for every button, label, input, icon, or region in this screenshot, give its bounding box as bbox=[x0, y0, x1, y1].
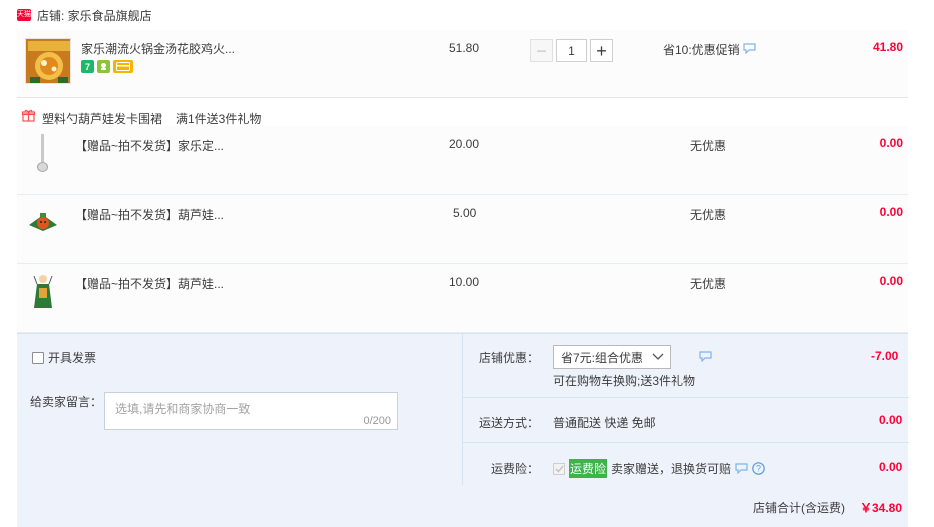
shop-discount-select[interactable]: 省7元:组合优惠 bbox=[553, 345, 671, 369]
message-placeholder: 选填,请先和商家协商一致 bbox=[115, 402, 251, 416]
seller-message-field[interactable]: 选填,请先和商家协商一致 0/200 bbox=[104, 392, 398, 430]
insurance-text: 卖家赠送，退换货可赔 bbox=[611, 462, 732, 476]
gift-image-spoon[interactable] bbox=[25, 132, 61, 174]
invoice-option[interactable]: 开具发票 bbox=[32, 349, 96, 366]
gift-promotion: 无优惠 bbox=[690, 208, 727, 222]
chevron-down-icon bbox=[652, 353, 664, 360]
gift-price: 20.00 bbox=[449, 137, 480, 151]
gift-item-row: 【赠品~拍不发货】葫芦娃... 10.00 无优惠 0.00 bbox=[17, 264, 908, 333]
promo-info-icon[interactable] bbox=[743, 43, 756, 54]
shop-total-label: 店铺合计(含运费) bbox=[753, 501, 845, 515]
gift-title-link[interactable]: 【赠品~拍不发货】葫芦娃... bbox=[75, 275, 224, 292]
shipping-method: 普通配送 快递 免邮 bbox=[553, 416, 656, 430]
message-label: 给卖家留言： bbox=[30, 395, 103, 409]
gift-name: 塑料勺葫芦娃发卡围裙 bbox=[42, 112, 163, 126]
shop-discount-amount: -7.00 bbox=[871, 349, 899, 363]
item-promotion: 省10:优惠促销 bbox=[663, 43, 740, 57]
insurance-option: 运费险 卖家赠送，退换货可赔 ? bbox=[553, 459, 765, 478]
gift-total: 0.00 bbox=[879, 274, 903, 288]
gift-total: 0.00 bbox=[879, 136, 903, 150]
item-total: 41.80 bbox=[872, 40, 903, 54]
insurance-info-icon[interactable] bbox=[735, 463, 748, 474]
quantity-stepper: − + bbox=[530, 39, 613, 62]
help-icon[interactable]: ? bbox=[752, 462, 765, 475]
shop-discount-value: 省7元:组合优惠 bbox=[561, 350, 644, 365]
invoice-label: 开具发票 bbox=[48, 351, 97, 365]
gift-title-link[interactable]: 【赠品~拍不发货】家乐定... bbox=[75, 137, 224, 154]
order-item-row: 家乐潮流火锅金汤花胶鸡火... 7 51.80 − + 省10:优惠促销 41.… bbox=[17, 30, 908, 98]
quantity-input[interactable] bbox=[556, 39, 587, 62]
shop-name-link[interactable]: 店铺: 家乐食品旗舰店 bbox=[37, 7, 152, 24]
gift-item-row: 【赠品~拍不发货】葫芦娃... 5.00 无优惠 0.00 bbox=[17, 195, 908, 264]
order-summary-column: 店铺优惠： 省7元:组合优惠 -7.00 可在购物车换购;送3件礼物 运送方式：… bbox=[462, 333, 909, 485]
shop-total-amount: ￥34.80 bbox=[860, 501, 903, 515]
gift-title-link[interactable]: 【赠品~拍不发货】葫芦娃... bbox=[75, 206, 224, 223]
tmall-badge: 天猫 bbox=[17, 9, 31, 21]
gift-price: 5.00 bbox=[453, 206, 477, 220]
invoice-checkbox[interactable] bbox=[32, 351, 44, 364]
shipping-amount: 0.00 bbox=[879, 413, 903, 427]
insurance-badge: 运费险 bbox=[569, 459, 608, 478]
insurance-label: 运费险： bbox=[491, 462, 540, 476]
shop-discount-label: 店铺优惠： bbox=[479, 351, 540, 365]
shop-discount-note: 可在购物车换购;送3件礼物 bbox=[553, 374, 696, 388]
gift-total: 0.00 bbox=[879, 205, 903, 219]
shop-header: 天猫 店铺: 家乐食品旗舰店 bbox=[17, 0, 152, 30]
credit-card-icon[interactable] bbox=[113, 60, 133, 73]
gift-image-hairclip[interactable] bbox=[25, 201, 61, 243]
svg-text:?: ? bbox=[756, 464, 761, 474]
service-badge-icon[interactable] bbox=[97, 60, 110, 73]
message-counter: 0/200 bbox=[363, 415, 391, 427]
unit-price: 51.80 bbox=[449, 41, 480, 55]
insurance-checkbox bbox=[553, 462, 565, 475]
gift-promotion: 无优惠 bbox=[690, 139, 727, 153]
shop-total-bar: 店铺合计(含运费) ￥34.80 bbox=[17, 485, 908, 527]
gift-promotion: 无优惠 bbox=[690, 277, 727, 291]
gift-rule: 满1件送3件礼物 bbox=[176, 112, 262, 126]
item-title-link[interactable]: 家乐潮流火锅金汤花胶鸡火... bbox=[81, 40, 235, 57]
gift-header: 塑料勺葫芦娃发卡围裙 满1件送3件礼物 bbox=[17, 99, 908, 129]
product-image[interactable] bbox=[25, 38, 71, 84]
gift-item-row: 【赠品~拍不发货】家乐定... 20.00 无优惠 0.00 bbox=[17, 126, 908, 195]
service-tags: 7 bbox=[81, 60, 133, 73]
insurance-amount: 0.00 bbox=[879, 460, 903, 474]
gift-price: 10.00 bbox=[449, 275, 480, 289]
gift-icon bbox=[22, 109, 35, 122]
seven-day-return-icon[interactable]: 7 bbox=[81, 60, 94, 73]
gift-image-apron[interactable] bbox=[25, 270, 61, 312]
shipping-label: 运送方式： bbox=[479, 416, 540, 430]
increase-quantity-button[interactable]: + bbox=[590, 39, 613, 62]
decrease-quantity-button[interactable]: − bbox=[530, 39, 553, 62]
discount-info-icon[interactable] bbox=[699, 351, 712, 362]
